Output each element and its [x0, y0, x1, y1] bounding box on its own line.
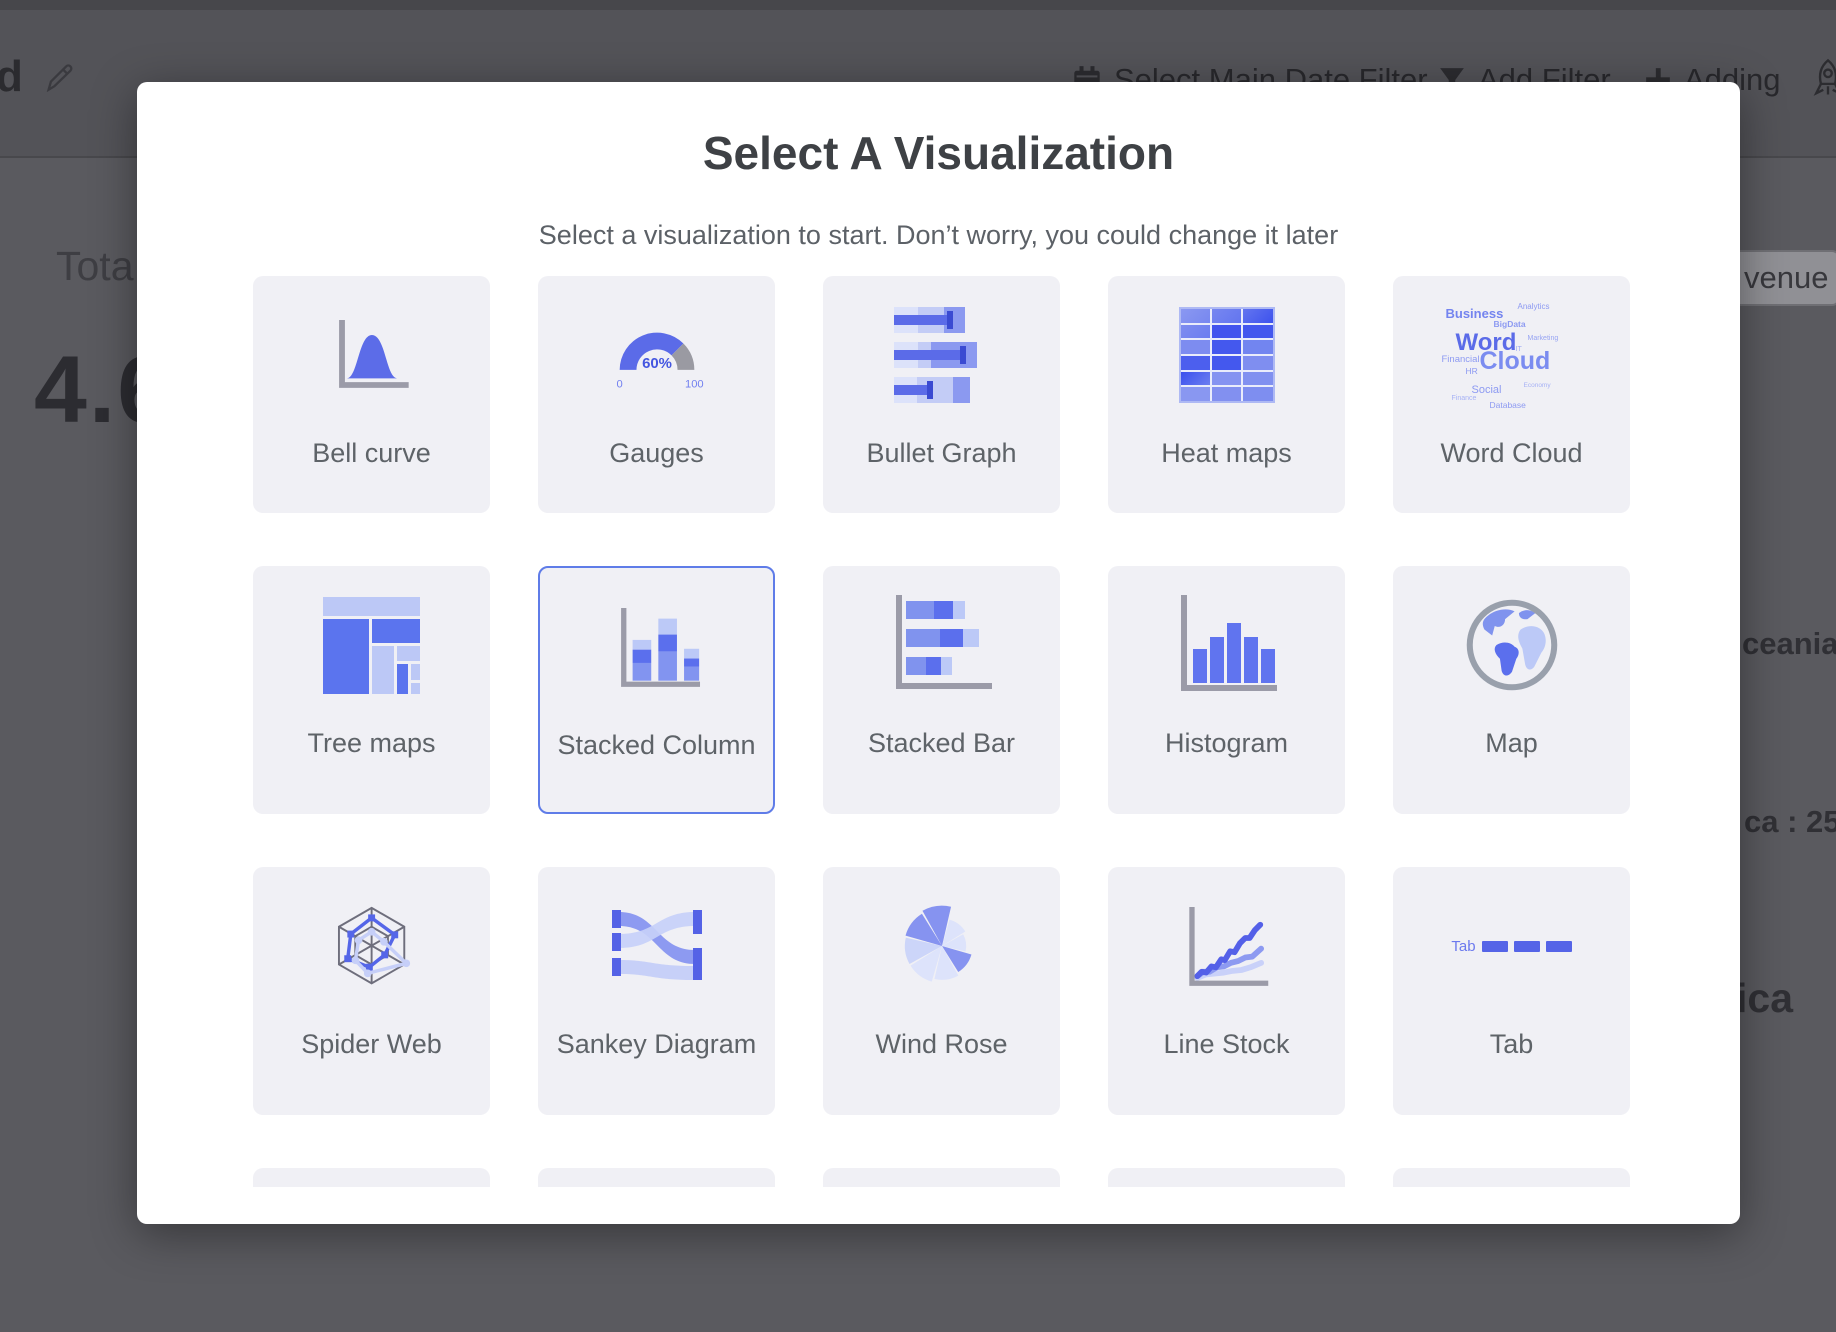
viz-card-stacked-column[interactable]: Stacked Column — [538, 566, 775, 814]
globe-map-icon — [1393, 566, 1630, 724]
viz-card-partial[interactable] — [538, 1168, 775, 1187]
page-top-strip — [0, 0, 1836, 10]
wind-rose-icon — [823, 867, 1060, 1025]
viz-card-stacked-bar[interactable]: Stacked Bar — [823, 566, 1060, 814]
viz-card-bullet-graph[interactable]: Bullet Graph — [823, 276, 1060, 513]
legend-fragment: ca : 25.95 — [1744, 804, 1836, 840]
gauge-icon: 60% 0 100 — [538, 276, 775, 434]
stacked-column-icon — [540, 568, 773, 726]
viz-card-label: Line Stock — [1163, 1025, 1289, 1115]
stacked-bar-icon — [823, 566, 1060, 724]
histogram-icon — [1108, 566, 1345, 724]
viz-card-partial[interactable] — [823, 1168, 1060, 1187]
gauge-max: 100 — [684, 379, 703, 391]
viz-card-line-stock[interactable]: Line Stock — [1108, 867, 1345, 1115]
viz-card-histogram[interactable]: Histogram — [1108, 566, 1345, 814]
viz-card-sankey-diagram[interactable]: Sankey Diagram — [538, 867, 775, 1115]
viz-card-wind-rose[interactable]: Wind Rose — [823, 867, 1060, 1115]
viz-card-word-cloud[interactable]: Business Analytics BigData Word Marketin… — [1393, 276, 1630, 513]
viz-card-label: Tree maps — [307, 724, 435, 814]
viz-card-label: Stacked Column — [557, 726, 755, 812]
viz-card-label: Gauges — [609, 434, 704, 513]
gauge-value: 60% — [642, 355, 672, 372]
dashboard-title-fragment: d — [0, 52, 23, 102]
viz-card-label: Wind Rose — [875, 1025, 1007, 1115]
viz-card-label: Stacked Bar — [868, 724, 1015, 814]
bullet-graph-icon — [823, 276, 1060, 434]
visualization-grid[interactable]: Bell curve 60% 0 100 Gauges — [253, 276, 1630, 1187]
viz-card-partial[interactable] — [1393, 1168, 1630, 1187]
viz-card-label: Spider Web — [301, 1025, 442, 1115]
viz-card-partial[interactable] — [1108, 1168, 1345, 1187]
viz-card-tab[interactable]: Tab Tab — [1393, 867, 1630, 1115]
viz-card-label: Sankey Diagram — [557, 1025, 757, 1115]
rocket-icon — [1810, 58, 1836, 103]
viz-card-label: Bullet Graph — [866, 434, 1016, 513]
select-visualization-modal: Select A Visualization Select a visualiz… — [137, 82, 1740, 1224]
gauge-min: 0 — [616, 379, 622, 391]
sankey-diagram-icon — [538, 867, 775, 1025]
word-cloud-icon: Business Analytics BigData Word Marketin… — [1393, 276, 1630, 434]
viz-card-gauges[interactable]: 60% 0 100 Gauges — [538, 276, 775, 513]
viz-card-heat-maps[interactable]: Heat maps — [1108, 276, 1345, 513]
viz-card-label: Map — [1485, 724, 1538, 814]
viz-card-map[interactable]: Map — [1393, 566, 1630, 814]
line-stock-icon — [1108, 867, 1345, 1025]
legend-fragment: ica — [1736, 975, 1793, 1022]
viz-card-spider-web[interactable]: Spider Web — [253, 867, 490, 1115]
spider-web-icon — [253, 867, 490, 1025]
modal-title: Select A Visualization — [137, 126, 1740, 180]
viz-card-label: Word Cloud — [1440, 434, 1582, 513]
bell-curve-icon — [253, 276, 490, 434]
heat-map-icon — [1108, 276, 1345, 434]
viz-card-tree-maps[interactable]: Tree maps — [253, 566, 490, 814]
metric-label-fragment: Tota — [56, 243, 134, 290]
modal-subtitle: Select a visualization to start. Don’t w… — [137, 220, 1740, 251]
viz-card-label: Bell curve — [312, 434, 431, 513]
viz-card-label: Histogram — [1165, 724, 1288, 814]
legend-fragment: ceania : 8 — [1742, 626, 1836, 662]
viz-card-label: Heat maps — [1161, 434, 1292, 513]
tab-icon: Tab — [1393, 867, 1630, 1025]
edit-pencil-icon — [44, 62, 74, 97]
viz-card-label: Tab — [1490, 1025, 1534, 1115]
viz-card-bell-curve[interactable]: Bell curve — [253, 276, 490, 513]
viz-card-partial[interactable] — [253, 1168, 490, 1187]
tree-map-icon — [253, 566, 490, 724]
